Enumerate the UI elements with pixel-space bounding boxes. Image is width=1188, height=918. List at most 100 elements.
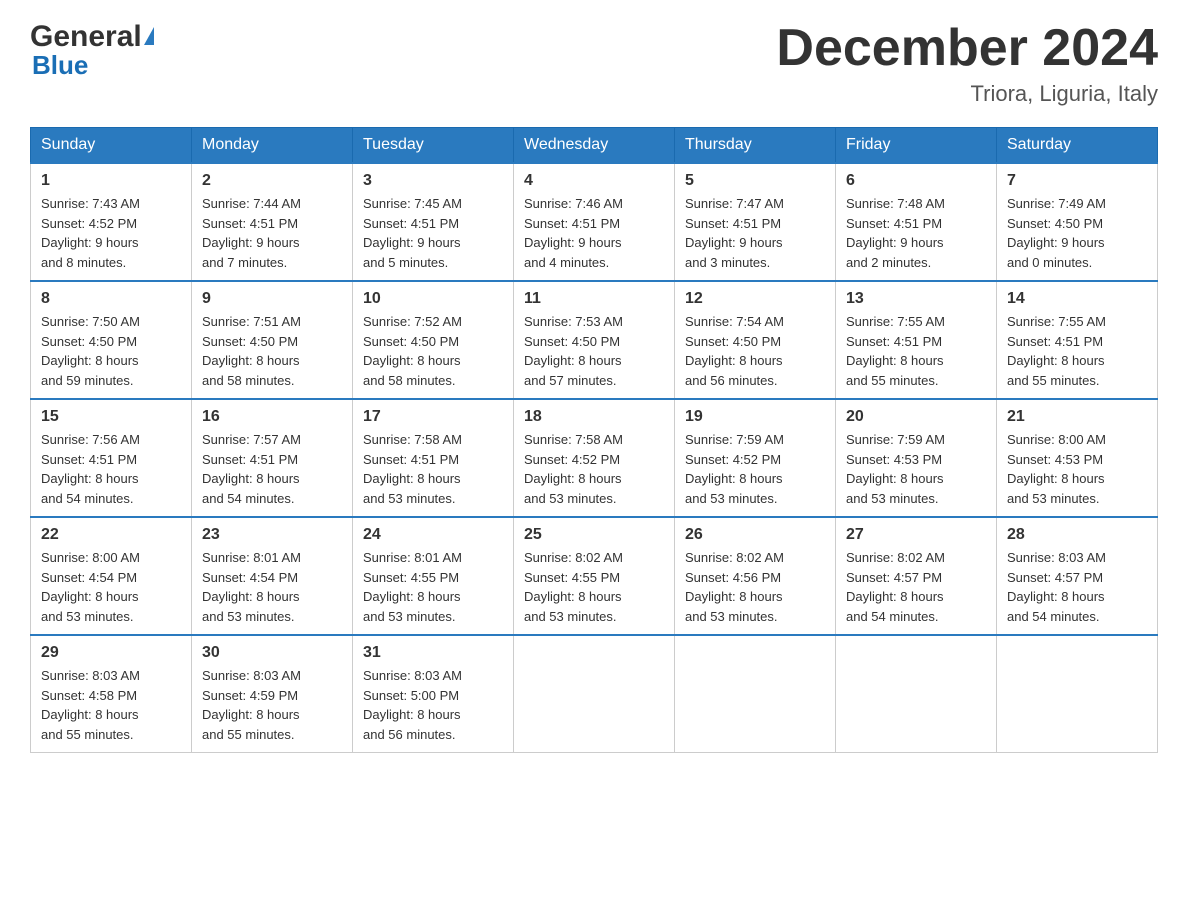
page-header: General Blue December 2024 Triora, Ligur… <box>30 20 1158 107</box>
day-cell: 6 Sunrise: 7:48 AMSunset: 4:51 PMDayligh… <box>836 163 997 281</box>
day-number: 15 <box>41 408 181 426</box>
month-title: December 2024 <box>776 20 1158 77</box>
day-cell: 29 Sunrise: 8:03 AMSunset: 4:58 PMDaylig… <box>31 635 192 753</box>
logo-general-text: General <box>30 20 142 54</box>
day-number: 28 <box>1007 526 1147 544</box>
day-info: Sunrise: 7:59 AMSunset: 4:53 PMDaylight:… <box>846 430 986 508</box>
day-number: 11 <box>524 290 664 308</box>
day-info: Sunrise: 8:00 AMSunset: 4:53 PMDaylight:… <box>1007 430 1147 508</box>
col-header-thursday: Thursday <box>675 128 836 164</box>
day-cell: 13 Sunrise: 7:55 AMSunset: 4:51 PMDaylig… <box>836 281 997 399</box>
day-cell: 24 Sunrise: 8:01 AMSunset: 4:55 PMDaylig… <box>353 517 514 635</box>
day-number: 26 <box>685 526 825 544</box>
col-header-friday: Friday <box>836 128 997 164</box>
day-number: 12 <box>685 290 825 308</box>
day-info: Sunrise: 7:58 AMSunset: 4:52 PMDaylight:… <box>524 430 664 508</box>
day-number: 25 <box>524 526 664 544</box>
day-cell: 1 Sunrise: 7:43 AMSunset: 4:52 PMDayligh… <box>31 163 192 281</box>
day-info: Sunrise: 7:48 AMSunset: 4:51 PMDaylight:… <box>846 194 986 272</box>
day-number: 23 <box>202 526 342 544</box>
day-cell: 10 Sunrise: 7:52 AMSunset: 4:50 PMDaylig… <box>353 281 514 399</box>
week-row-1: 1 Sunrise: 7:43 AMSunset: 4:52 PMDayligh… <box>31 163 1158 281</box>
day-number: 30 <box>202 644 342 662</box>
logo-blue-text: Blue <box>32 50 88 81</box>
day-number: 29 <box>41 644 181 662</box>
day-number: 16 <box>202 408 342 426</box>
day-number: 3 <box>363 172 503 190</box>
day-info: Sunrise: 7:44 AMSunset: 4:51 PMDaylight:… <box>202 194 342 272</box>
day-number: 5 <box>685 172 825 190</box>
day-cell: 18 Sunrise: 7:58 AMSunset: 4:52 PMDaylig… <box>514 399 675 517</box>
col-header-sunday: Sunday <box>31 128 192 164</box>
day-number: 27 <box>846 526 986 544</box>
day-cell: 26 Sunrise: 8:02 AMSunset: 4:56 PMDaylig… <box>675 517 836 635</box>
day-info: Sunrise: 8:03 AMSunset: 5:00 PMDaylight:… <box>363 666 503 744</box>
day-number: 21 <box>1007 408 1147 426</box>
logo: General Blue <box>30 20 154 81</box>
day-info: Sunrise: 7:55 AMSunset: 4:51 PMDaylight:… <box>1007 312 1147 390</box>
calendar-header-row: SundayMondayTuesdayWednesdayThursdayFrid… <box>31 128 1158 164</box>
day-info: Sunrise: 8:01 AMSunset: 4:54 PMDaylight:… <box>202 548 342 626</box>
location-text: Triora, Liguria, Italy <box>776 81 1158 107</box>
day-info: Sunrise: 7:51 AMSunset: 4:50 PMDaylight:… <box>202 312 342 390</box>
day-cell: 31 Sunrise: 8:03 AMSunset: 5:00 PMDaylig… <box>353 635 514 753</box>
day-number: 13 <box>846 290 986 308</box>
day-number: 20 <box>846 408 986 426</box>
calendar-table: SundayMondayTuesdayWednesdayThursdayFrid… <box>30 127 1158 753</box>
day-info: Sunrise: 7:49 AMSunset: 4:50 PMDaylight:… <box>1007 194 1147 272</box>
day-number: 19 <box>685 408 825 426</box>
day-cell <box>997 635 1158 753</box>
day-cell: 16 Sunrise: 7:57 AMSunset: 4:51 PMDaylig… <box>192 399 353 517</box>
day-cell: 15 Sunrise: 7:56 AMSunset: 4:51 PMDaylig… <box>31 399 192 517</box>
day-cell <box>836 635 997 753</box>
day-cell: 30 Sunrise: 8:03 AMSunset: 4:59 PMDaylig… <box>192 635 353 753</box>
day-number: 31 <box>363 644 503 662</box>
day-cell: 12 Sunrise: 7:54 AMSunset: 4:50 PMDaylig… <box>675 281 836 399</box>
day-info: Sunrise: 7:46 AMSunset: 4:51 PMDaylight:… <box>524 194 664 272</box>
day-cell: 19 Sunrise: 7:59 AMSunset: 4:52 PMDaylig… <box>675 399 836 517</box>
day-info: Sunrise: 8:00 AMSunset: 4:54 PMDaylight:… <box>41 548 181 626</box>
day-cell: 14 Sunrise: 7:55 AMSunset: 4:51 PMDaylig… <box>997 281 1158 399</box>
day-cell: 3 Sunrise: 7:45 AMSunset: 4:51 PMDayligh… <box>353 163 514 281</box>
day-cell: 27 Sunrise: 8:02 AMSunset: 4:57 PMDaylig… <box>836 517 997 635</box>
title-area: December 2024 Triora, Liguria, Italy <box>776 20 1158 107</box>
col-header-monday: Monday <box>192 128 353 164</box>
week-row-4: 22 Sunrise: 8:00 AMSunset: 4:54 PMDaylig… <box>31 517 1158 635</box>
col-header-saturday: Saturday <box>997 128 1158 164</box>
day-info: Sunrise: 8:03 AMSunset: 4:58 PMDaylight:… <box>41 666 181 744</box>
week-row-5: 29 Sunrise: 8:03 AMSunset: 4:58 PMDaylig… <box>31 635 1158 753</box>
logo-triangle-icon <box>144 27 154 45</box>
day-number: 6 <box>846 172 986 190</box>
col-header-tuesday: Tuesday <box>353 128 514 164</box>
day-cell: 17 Sunrise: 7:58 AMSunset: 4:51 PMDaylig… <box>353 399 514 517</box>
day-info: Sunrise: 7:58 AMSunset: 4:51 PMDaylight:… <box>363 430 503 508</box>
day-number: 4 <box>524 172 664 190</box>
day-number: 7 <box>1007 172 1147 190</box>
day-number: 24 <box>363 526 503 544</box>
day-cell: 5 Sunrise: 7:47 AMSunset: 4:51 PMDayligh… <box>675 163 836 281</box>
day-cell: 20 Sunrise: 7:59 AMSunset: 4:53 PMDaylig… <box>836 399 997 517</box>
day-info: Sunrise: 7:45 AMSunset: 4:51 PMDaylight:… <box>363 194 503 272</box>
day-cell: 25 Sunrise: 8:02 AMSunset: 4:55 PMDaylig… <box>514 517 675 635</box>
day-number: 22 <box>41 526 181 544</box>
day-info: Sunrise: 7:52 AMSunset: 4:50 PMDaylight:… <box>363 312 503 390</box>
day-info: Sunrise: 8:02 AMSunset: 4:57 PMDaylight:… <box>846 548 986 626</box>
day-number: 17 <box>363 408 503 426</box>
day-number: 18 <box>524 408 664 426</box>
day-cell <box>514 635 675 753</box>
day-info: Sunrise: 8:02 AMSunset: 4:56 PMDaylight:… <box>685 548 825 626</box>
day-cell: 11 Sunrise: 7:53 AMSunset: 4:50 PMDaylig… <box>514 281 675 399</box>
day-cell: 4 Sunrise: 7:46 AMSunset: 4:51 PMDayligh… <box>514 163 675 281</box>
day-info: Sunrise: 8:01 AMSunset: 4:55 PMDaylight:… <box>363 548 503 626</box>
day-cell: 28 Sunrise: 8:03 AMSunset: 4:57 PMDaylig… <box>997 517 1158 635</box>
day-cell: 21 Sunrise: 8:00 AMSunset: 4:53 PMDaylig… <box>997 399 1158 517</box>
day-number: 9 <box>202 290 342 308</box>
day-info: Sunrise: 7:56 AMSunset: 4:51 PMDaylight:… <box>41 430 181 508</box>
day-number: 1 <box>41 172 181 190</box>
day-number: 8 <box>41 290 181 308</box>
day-number: 14 <box>1007 290 1147 308</box>
day-cell: 8 Sunrise: 7:50 AMSunset: 4:50 PMDayligh… <box>31 281 192 399</box>
day-info: Sunrise: 8:03 AMSunset: 4:57 PMDaylight:… <box>1007 548 1147 626</box>
day-cell: 9 Sunrise: 7:51 AMSunset: 4:50 PMDayligh… <box>192 281 353 399</box>
day-info: Sunrise: 7:55 AMSunset: 4:51 PMDaylight:… <box>846 312 986 390</box>
